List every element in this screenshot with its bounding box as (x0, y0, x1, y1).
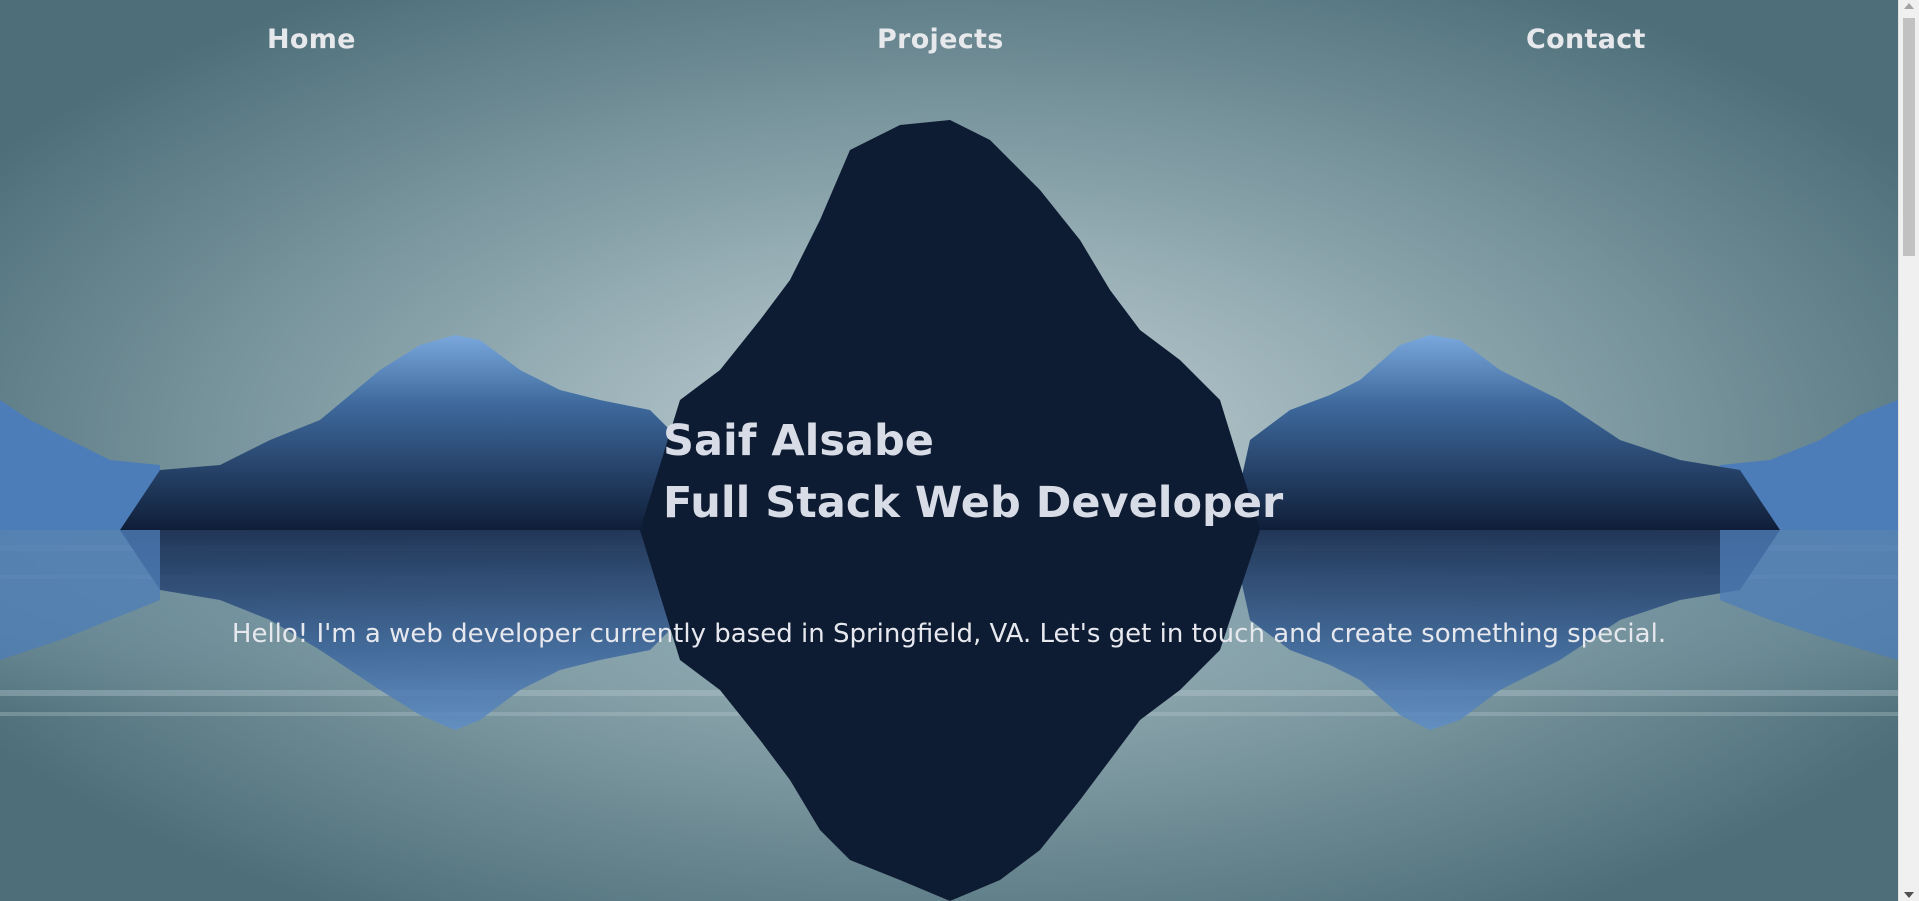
portfolio-page: Home Projects Contact Saif Alsabe Full S… (0, 0, 1919, 901)
scroll-up-arrow-icon[interactable] (1904, 3, 1914, 9)
main-navigation: Home Projects Contact (0, 0, 1898, 86)
nav-link-home[interactable]: Home (267, 24, 356, 55)
scroll-down-arrow-icon[interactable] (1904, 892, 1914, 898)
hero-intro-text: Hello! I'm a web developer currently bas… (231, 619, 1667, 649)
nav-link-contact[interactable]: Contact (1526, 24, 1646, 55)
hero-name: Saif Alsabe (663, 416, 934, 466)
nav-link-projects[interactable]: Projects (877, 24, 1004, 55)
scrollbar-thumb[interactable] (1903, 18, 1915, 256)
hero-heading: Saif Alsabe Full Stack Web Developer (663, 410, 1283, 534)
hero-role: Full Stack Web Developer (663, 478, 1284, 528)
vertical-scrollbar[interactable] (1898, 0, 1919, 901)
